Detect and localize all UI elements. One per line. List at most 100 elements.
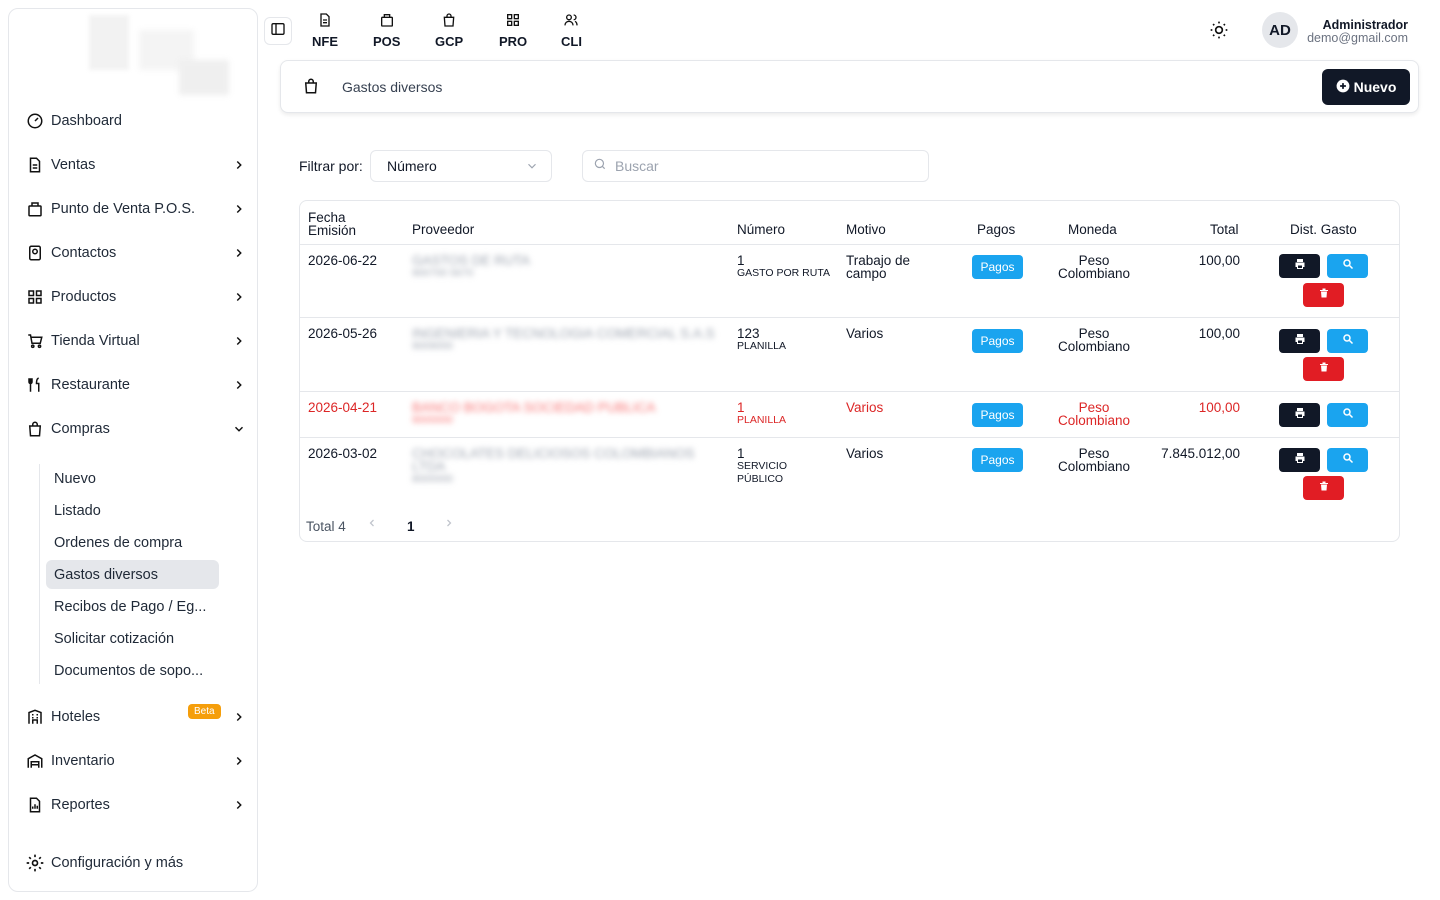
- sidebar-item-compras[interactable]: Compras: [25, 414, 247, 444]
- table-row: 2026-05-26 INGENIERIA Y TECNOLOGIA COMER…: [300, 317, 1399, 391]
- sidebar-item-inventario[interactable]: Inventario: [25, 746, 247, 776]
- gauge-icon: [25, 111, 45, 131]
- search-icon: [593, 157, 607, 176]
- sidebar-item-dashboard[interactable]: Dashboard: [25, 106, 247, 136]
- chevron-right-icon: [231, 201, 247, 217]
- header-fecha: Fecha Emisión: [308, 210, 357, 238]
- sidebar-item-restaurante[interactable]: Restaurante: [25, 370, 247, 400]
- shortcut-cli[interactable]: CLI: [561, 12, 582, 49]
- beta-badge: Beta: [188, 704, 221, 719]
- chevron-down-icon: [231, 421, 247, 437]
- sidebar-item-contactos[interactable]: Contactos: [25, 238, 247, 268]
- utensils-icon: [25, 375, 45, 395]
- theme-toggle-button[interactable]: [1209, 20, 1229, 45]
- view-button[interactable]: [1327, 329, 1368, 353]
- print-icon: [1294, 451, 1306, 469]
- search-icon: [1342, 332, 1354, 350]
- document-icon: [317, 12, 333, 34]
- print-button[interactable]: [1279, 329, 1320, 353]
- pagos-button[interactable]: Pagos: [972, 255, 1023, 279]
- search-icon: [1342, 451, 1354, 469]
- sun-icon: [1209, 21, 1229, 44]
- search-input[interactable]: [615, 158, 915, 174]
- trash-icon: [1318, 286, 1330, 304]
- submenu-item-documentos-soporte[interactable]: Documentos de sopo...: [46, 656, 219, 685]
- print-button[interactable]: [1279, 254, 1320, 278]
- building-icon: [25, 707, 45, 727]
- shortcut-pos[interactable]: POS: [373, 12, 400, 49]
- pagination-prev[interactable]: [366, 517, 378, 532]
- register-icon: [379, 12, 395, 34]
- delete-button[interactable]: [1303, 357, 1344, 381]
- chevron-right-icon: [231, 245, 247, 261]
- document-icon: [25, 155, 45, 175]
- print-icon: [1294, 257, 1306, 275]
- gear-icon: [25, 853, 45, 873]
- chevron-right-icon: [231, 377, 247, 393]
- print-button[interactable]: [1279, 448, 1320, 472]
- submenu-item-gastos-diversos[interactable]: Gastos diversos: [46, 560, 219, 589]
- trash-icon: [1318, 479, 1330, 497]
- print-button[interactable]: [1279, 403, 1320, 427]
- delete-button[interactable]: [1303, 283, 1344, 307]
- view-button[interactable]: [1327, 448, 1368, 472]
- pagination-total: Total 4: [306, 519, 346, 534]
- report-icon: [25, 795, 45, 815]
- delete-button[interactable]: [1303, 476, 1344, 500]
- sidebar-item-configuracion[interactable]: Configuración y más: [25, 848, 247, 878]
- submenu-item-solicitar-cotizacion[interactable]: Solicitar cotización: [46, 624, 219, 653]
- panel-left-icon: [270, 21, 286, 42]
- chevron-left-icon: [366, 517, 378, 532]
- submenu-item-ordenes-compra[interactable]: Ordenes de compra: [46, 528, 219, 557]
- view-button[interactable]: [1327, 403, 1368, 427]
- view-button[interactable]: [1327, 254, 1368, 278]
- pagination-next[interactable]: [443, 517, 455, 532]
- chevron-right-icon: [231, 709, 247, 725]
- contacts-icon: [25, 243, 45, 263]
- sidebar-toggle-button[interactable]: [264, 17, 292, 45]
- chevron-right-icon: [231, 333, 247, 349]
- shortcut-pro[interactable]: PRO: [499, 12, 527, 49]
- header-pagos: Pagos: [977, 222, 1016, 237]
- chevron-right-icon: [231, 289, 247, 305]
- shortcut-gcp[interactable]: GCP: [435, 12, 463, 49]
- header-proveedor: Proveedor: [412, 222, 475, 237]
- header-total: Total: [1210, 222, 1239, 237]
- search-icon: [1342, 257, 1354, 275]
- submenu-item-listado[interactable]: Listado: [46, 496, 219, 525]
- submenu-item-nuevo[interactable]: Nuevo: [46, 464, 219, 493]
- table-row: 2026-06-22 GASTOS DE RUTA 900700 5670 1 …: [300, 244, 1399, 317]
- avatar[interactable]: AD: [1262, 12, 1298, 48]
- page-header: Gastos diversos Nuevo: [280, 60, 1419, 113]
- chevron-right-icon: [231, 157, 247, 173]
- filter-select[interactable]: Número: [370, 150, 552, 182]
- filter-label: Filtrar por:: [299, 158, 363, 174]
- grid-icon: [25, 287, 45, 307]
- shortcut-nfe[interactable]: NFE: [312, 12, 338, 49]
- search-box: [582, 150, 929, 182]
- user-name: Administrador: [1322, 18, 1408, 32]
- shopping-bag-icon: [25, 419, 45, 439]
- trash-icon: [1318, 360, 1330, 378]
- pagination-page[interactable]: 1: [407, 519, 415, 534]
- sidebar-item-pos[interactable]: Punto de Venta P.O.S.: [25, 194, 247, 224]
- new-expense-button[interactable]: Nuevo: [1322, 69, 1410, 105]
- sidebar-item-productos[interactable]: Productos: [25, 282, 247, 312]
- print-icon: [1294, 406, 1306, 424]
- shopping-bag-icon: [302, 77, 320, 100]
- sidebar: Dashboard Ventas Punto de Venta P.O.S. C…: [8, 8, 258, 892]
- pagos-button[interactable]: Pagos: [972, 329, 1023, 353]
- sidebar-item-reportes[interactable]: Reportes: [25, 790, 247, 820]
- table-row: 2026-04-21 BANCO BOGOTA SOCIEDAD PUBLICA…: [300, 391, 1399, 437]
- sidebar-item-tienda-virtual[interactable]: Tienda Virtual: [25, 326, 247, 356]
- chevron-right-icon: [443, 517, 455, 532]
- compras-submenu: Nuevo Listado Ordenes de compra Gastos d…: [39, 464, 229, 684]
- grid-icon: [505, 12, 521, 34]
- submenu-item-recibos-pago[interactable]: Recibos de Pago / Eg...: [46, 592, 219, 621]
- pagos-button[interactable]: Pagos: [972, 448, 1023, 472]
- header-numero: Número: [737, 222, 786, 237]
- pagos-button[interactable]: Pagos: [972, 403, 1023, 427]
- cart-icon: [25, 331, 45, 351]
- sidebar-item-ventas[interactable]: Ventas: [25, 150, 247, 180]
- print-icon: [1294, 332, 1306, 350]
